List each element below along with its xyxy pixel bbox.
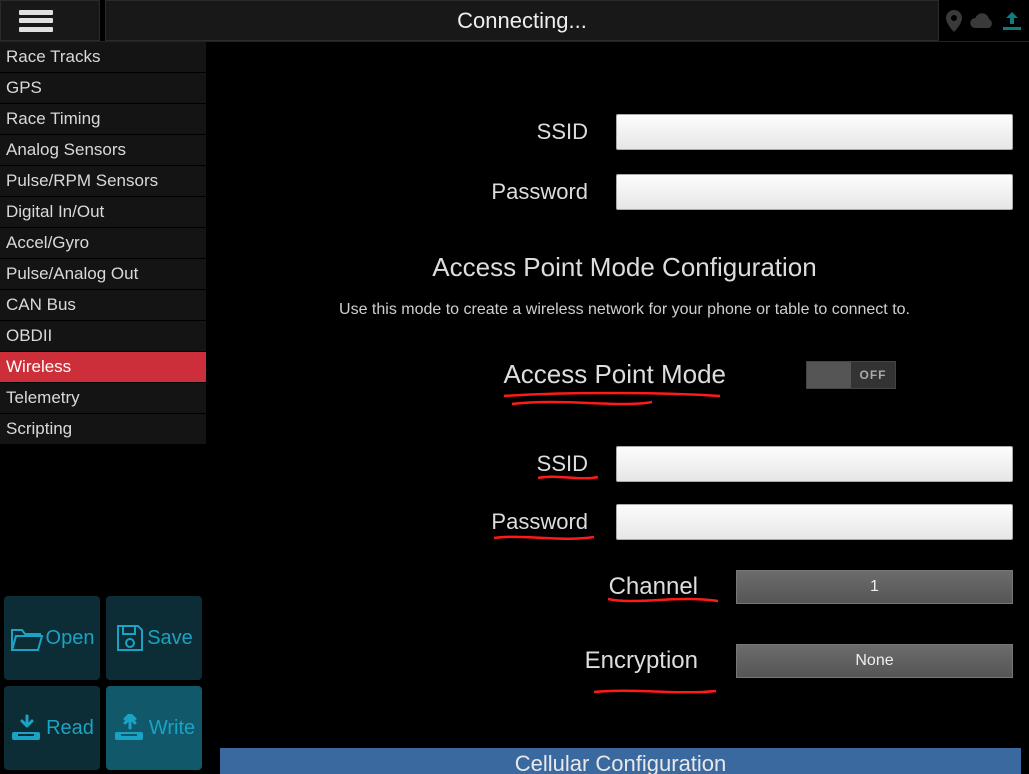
open-button[interactable]: Open	[4, 596, 100, 680]
sidebar-item-pulse-analog-out[interactable]: Pulse/Analog Out	[0, 259, 206, 290]
sidebar-item-race-tracks[interactable]: Race Tracks	[0, 42, 206, 73]
ap-section-desc: Use this mode to create a wireless netwo…	[236, 301, 1013, 319]
ap-channel-label: Channel	[236, 573, 726, 601]
write-button[interactable]: Write	[106, 686, 202, 770]
ap-ssid-input[interactable]	[616, 446, 1013, 482]
ap-channel-select[interactable]: 1	[736, 570, 1013, 604]
sidebar-item-pulse-rpm-sensors[interactable]: Pulse/RPM Sensors	[0, 166, 206, 197]
ap-mode-label: Access Point Mode	[503, 359, 726, 390]
sidebar-item-gps[interactable]: GPS	[0, 73, 206, 104]
ap-mode-toggle[interactable]: OFF	[806, 361, 896, 389]
sidebar: Race TracksGPSRace TimingAnalog SensorsP…	[0, 42, 206, 774]
sidebar-item-wireless[interactable]: Wireless	[0, 352, 206, 383]
ap-password-input[interactable]	[616, 504, 1013, 540]
sidebar-item-digital-in-out[interactable]: Digital In/Out	[0, 197, 206, 228]
write-icon	[113, 714, 147, 742]
top-icon-tray	[939, 0, 1029, 41]
floppy-disk-icon	[115, 623, 145, 653]
toggle-off-text: OFF	[851, 362, 895, 388]
write-label: Write	[149, 717, 195, 739]
sidebar-item-accel-gyro[interactable]: Accel/Gyro	[0, 228, 206, 259]
main-panel: SSID Password Access Point Mode Configur…	[206, 42, 1029, 774]
ap-section-title: Access Point Mode Configuration	[236, 252, 1013, 283]
client-ssid-label: SSID	[236, 119, 616, 145]
read-icon	[10, 714, 44, 742]
ap-password-label: Password	[236, 509, 616, 535]
sidebar-item-scripting[interactable]: Scripting	[0, 414, 206, 445]
folder-open-icon	[10, 624, 44, 652]
annotation-encryption	[592, 686, 722, 700]
location-icon	[945, 10, 963, 32]
cellular-section-header[interactable]: Cellular Configuration	[220, 748, 1021, 774]
action-button-grid: Open Save Read	[0, 592, 206, 774]
top-bar: Connecting...	[0, 0, 1029, 42]
ap-encryption-label: Encryption	[236, 647, 726, 675]
open-label: Open	[46, 627, 95, 649]
sidebar-item-telemetry[interactable]: Telemetry	[0, 383, 206, 414]
ap-ssid-label: SSID	[236, 451, 616, 477]
menu-button[interactable]	[0, 0, 100, 41]
sidebar-item-can-bus[interactable]: CAN Bus	[0, 290, 206, 321]
cloud-icon	[969, 11, 995, 31]
sidebar-item-race-timing[interactable]: Race Timing	[0, 104, 206, 135]
save-button[interactable]: Save	[106, 596, 202, 680]
read-label: Read	[46, 717, 94, 739]
annotation-ap-mode	[502, 390, 732, 414]
status-label: Connecting...	[105, 0, 939, 41]
sidebar-item-analog-sensors[interactable]: Analog Sensors	[0, 135, 206, 166]
ap-encryption-select[interactable]: None	[736, 644, 1013, 678]
sidebar-item-obdii[interactable]: OBDII	[0, 321, 206, 352]
save-label: Save	[147, 627, 193, 649]
hamburger-icon	[19, 10, 53, 32]
read-button[interactable]: Read	[4, 686, 100, 770]
client-password-input[interactable]	[616, 174, 1013, 210]
upload-icon[interactable]	[1001, 10, 1023, 32]
client-ssid-input[interactable]	[616, 114, 1013, 150]
client-password-label: Password	[236, 179, 616, 205]
